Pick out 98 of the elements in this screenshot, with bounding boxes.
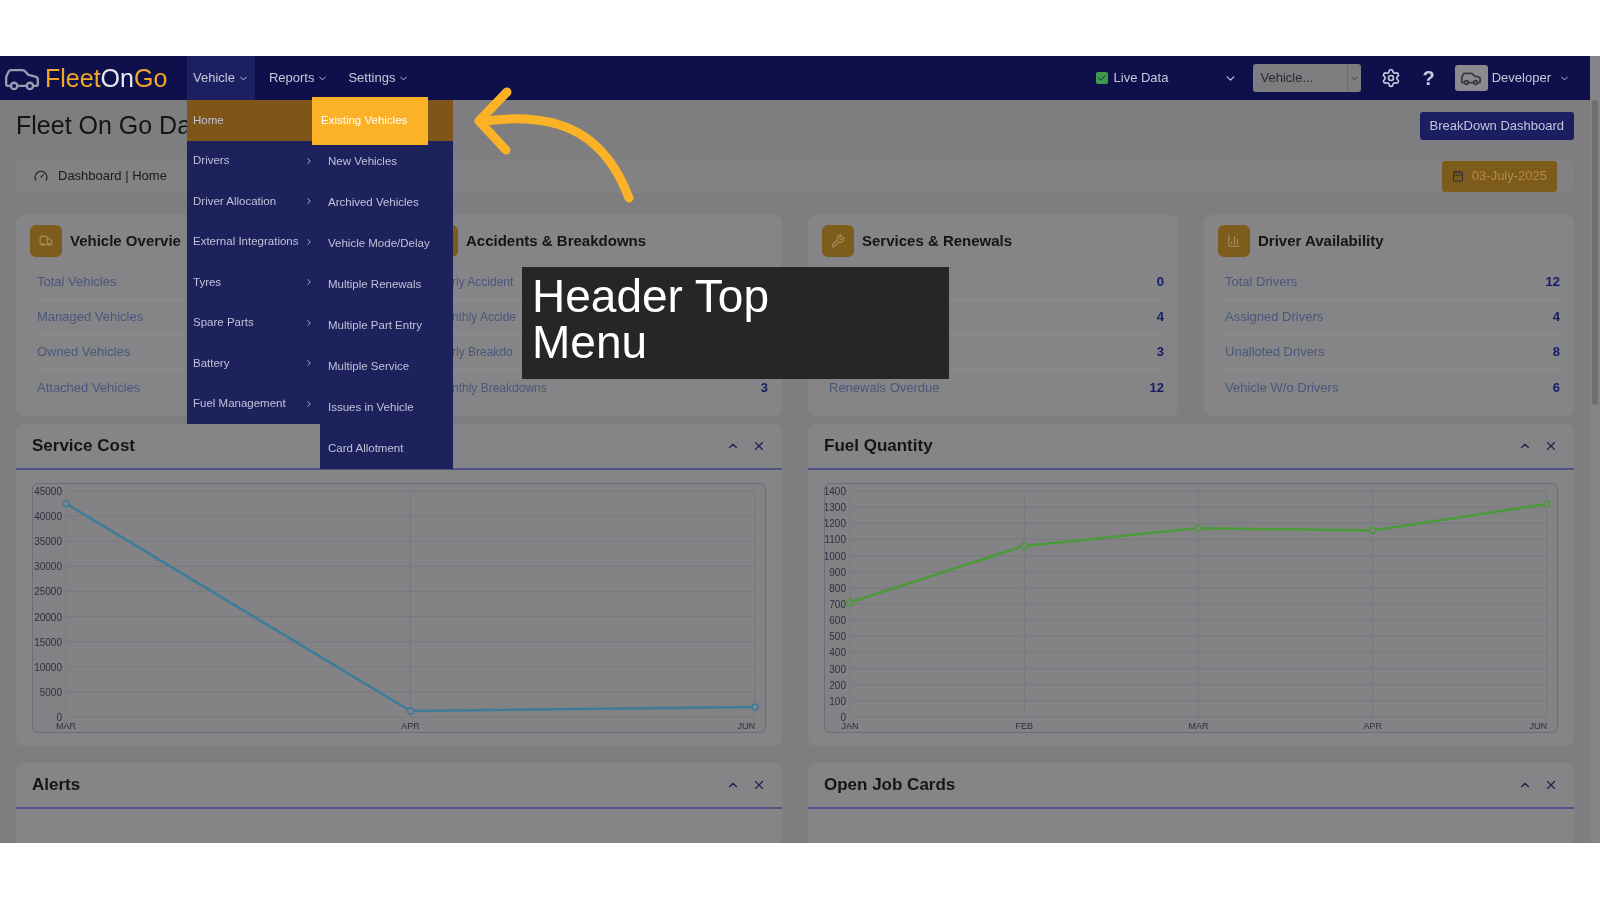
- stat-value: 4: [1552, 308, 1560, 327]
- stat-value: 6: [1552, 378, 1560, 397]
- close-icon[interactable]: [752, 778, 766, 792]
- dashboard-icon: [34, 169, 48, 183]
- stat-label: Total Vehicles: [37, 273, 117, 292]
- stat-label: Vehicle W/o Drivers: [1225, 378, 1339, 397]
- submenu-item[interactable]: Multiple Part Entry: [320, 305, 453, 346]
- y-axis-label: 10000: [34, 661, 62, 673]
- stat-value: 8: [1552, 343, 1560, 362]
- y-axis-label: 15000: [34, 636, 62, 648]
- logo: FleetOnGo: [0, 59, 187, 97]
- submenu-item[interactable]: Vehicle Mode/Delay: [320, 223, 453, 264]
- panel-title: Open Job Cards: [824, 774, 956, 797]
- x-axis-label: JUN: [737, 721, 755, 731]
- close-icon[interactable]: [752, 439, 766, 453]
- y-axis-label: 900: [829, 566, 846, 578]
- help-button[interactable]: ?: [1422, 63, 1435, 93]
- card-title: Services & Renewals: [862, 230, 1013, 251]
- y-axis-label: 1000: [825, 550, 846, 562]
- menu-item[interactable]: Tyres: [187, 262, 320, 303]
- stat-value: 4: [1156, 308, 1164, 327]
- stat-label: nthly Accide: [452, 309, 517, 326]
- submenu-item[interactable]: Card Allotment: [320, 428, 453, 469]
- stat-value: 3: [1156, 343, 1164, 362]
- y-axis-label: 1300: [825, 502, 846, 514]
- close-icon[interactable]: [1544, 778, 1558, 792]
- y-axis-label: 600: [829, 615, 846, 627]
- stat-value: 0: [1156, 273, 1164, 292]
- submenu-item[interactable]: Multiple Service: [320, 346, 453, 387]
- stat-label: Managed Vehicles: [37, 308, 144, 327]
- y-axis-label: 700: [829, 599, 846, 610]
- panel-title: Alerts: [32, 774, 81, 797]
- stat-label: Renewals Overdue: [829, 378, 940, 397]
- y-axis-label: 5000: [39, 686, 62, 698]
- y-axis-label: 35000: [34, 536, 62, 548]
- stat-label: Assigned Drivers: [1225, 308, 1324, 327]
- menu-item[interactable]: External Integrations: [187, 221, 320, 262]
- stat-label: nthly Breakdowns: [452, 379, 547, 397]
- y-axis-label: 400: [829, 647, 846, 659]
- close-icon[interactable]: [1544, 439, 1558, 453]
- stat-label: Total Drivers: [1225, 273, 1298, 292]
- scrollbar[interactable]: [1590, 56, 1600, 843]
- vehicle-select[interactable]: Vehicle...: [1252, 64, 1361, 92]
- y-axis-label: 1200: [825, 518, 846, 530]
- avatar[interactable]: [1454, 65, 1488, 91]
- stat-label: Owned Vehicles: [37, 343, 131, 362]
- x-axis-label: MAR: [56, 721, 76, 731]
- y-axis-label: 200: [829, 679, 846, 691]
- card-title: Driver Availability: [1258, 230, 1384, 251]
- menu-item[interactable]: Spare Parts: [187, 302, 320, 343]
- truck-icon: [39, 234, 53, 248]
- x-axis-label: MAR: [1188, 721, 1209, 731]
- submenu-item[interactable]: Multiple Renewals: [320, 264, 453, 305]
- breadcrumb[interactable]: Dashboard | Home: [58, 166, 167, 186]
- breakdown-dashboard-button[interactable]: BreakDown Dashboard: [1419, 112, 1574, 140]
- menu-item[interactable]: Driver Allocation: [187, 181, 320, 222]
- stat-label: Unalloted Drivers: [1225, 343, 1325, 362]
- card-title: Accidents & Breakdowns: [466, 230, 647, 251]
- x-axis-label: JUN: [1529, 721, 1547, 731]
- wrench-icon: [831, 234, 845, 248]
- submenu-item[interactable]: Archived Vehicles: [320, 182, 453, 223]
- user-menu[interactable]: Developer: [1491, 68, 1570, 88]
- y-axis-label: 25000: [34, 586, 62, 598]
- y-axis-label: 100: [829, 695, 846, 707]
- panel-title: Service Cost: [32, 435, 135, 458]
- nav-menu-item[interactable]: Vehicle: [187, 56, 255, 100]
- callout-text: Header Top Menu: [532, 273, 770, 365]
- y-axis-label: 500: [829, 631, 846, 643]
- stat-label: rly Breakdo: [452, 344, 513, 361]
- y-axis-label: 300: [829, 663, 846, 675]
- checkbox-label: Live Data: [1113, 69, 1169, 88]
- submenu-item[interactable]: Issues in Vehicle: [320, 387, 453, 428]
- x-axis-label: JAN: [841, 721, 859, 731]
- y-axis-label: 40000: [34, 511, 62, 523]
- y-axis-label: 20000: [34, 611, 62, 623]
- x-axis-label: APR: [401, 721, 420, 731]
- y-axis-label: 45000: [34, 486, 62, 497]
- y-axis-label: 30000: [34, 561, 62, 573]
- x-axis-label: FEB: [1015, 721, 1033, 731]
- menu-item[interactable]: Battery: [187, 343, 320, 384]
- bar-chart-icon: [1227, 234, 1241, 248]
- y-axis-label: 1400: [825, 486, 846, 497]
- calendar-icon: [1451, 170, 1464, 182]
- stat-label: rly Accident: [452, 274, 514, 291]
- menu-item[interactable]: Fuel Management: [187, 383, 320, 424]
- settings-icon[interactable]: [1380, 68, 1401, 88]
- stat-value: 3: [760, 378, 768, 397]
- y-axis-label: 0: [56, 712, 62, 723]
- y-axis-label: 800: [829, 582, 846, 594]
- card-title: Vehicle Overvie: [70, 230, 181, 251]
- y-axis-label: 0: [840, 712, 846, 723]
- stat-label: Attached Vehicles: [37, 378, 141, 397]
- checkbox[interactable]: [1095, 72, 1108, 84]
- x-axis-label: APR: [1363, 721, 1382, 731]
- y-axis-label: 1100: [825, 534, 846, 546]
- panel-title: Fuel Quantity: [824, 435, 933, 458]
- stat-value: 12: [1545, 273, 1560, 292]
- stat-value: 12: [1149, 378, 1164, 397]
